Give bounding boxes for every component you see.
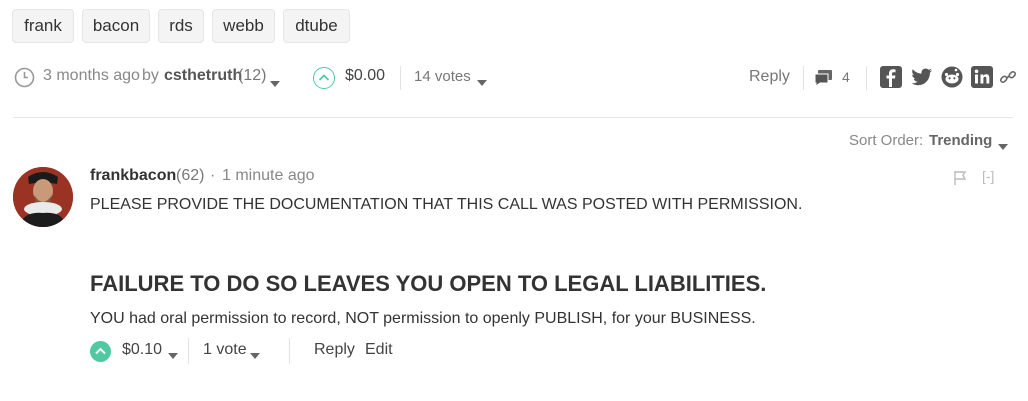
post-reply-link[interactable]: Reply <box>749 68 790 86</box>
meta-dot: · <box>210 167 216 184</box>
clock-icon <box>14 67 35 88</box>
flag-icon[interactable] <box>953 170 967 186</box>
twitter-icon[interactable] <box>910 66 933 88</box>
comment-upvote-icon[interactable] <box>90 341 111 362</box>
tag-dtube[interactable]: dtube <box>283 9 350 43</box>
tag-frank[interactable]: frank <box>12 9 74 43</box>
comment-votes-caret[interactable] <box>250 347 260 365</box>
tag-rds[interactable]: rds <box>158 9 204 43</box>
comments-icon[interactable] <box>814 68 834 88</box>
comment-edit-link[interactable]: Edit <box>365 341 393 359</box>
divider <box>866 66 867 90</box>
sort-order-label: Sort Order: <box>849 132 924 149</box>
comment-count: 4 <box>842 69 850 85</box>
facebook-icon[interactable] <box>880 66 902 88</box>
divider <box>188 338 189 364</box>
votes-dropdown-caret[interactable] <box>477 74 487 92</box>
link-icon[interactable] <box>999 68 1017 86</box>
post-author-reputation: (12) <box>238 67 267 84</box>
sort-order-value[interactable]: Trending <box>929 132 992 149</box>
comment-text-line2: YOU had oral permission to record, NOT p… <box>90 310 756 327</box>
comment-payout[interactable]: $0.10 <box>122 341 162 359</box>
post-time: 3 months ago <box>43 67 140 84</box>
comment-reply-link[interactable]: Reply <box>314 341 355 359</box>
divider <box>803 66 804 90</box>
collapse-toggle[interactable]: [-] <box>982 168 994 184</box>
post-by: by <box>142 67 159 84</box>
comment-text-line1: PLEASE PROVIDE THE DOCUMENTATION THAT TH… <box>90 196 803 213</box>
comment-votes[interactable]: 1 vote <box>203 341 247 359</box>
section-divider <box>13 117 1013 118</box>
avatar[interactable] <box>13 167 73 227</box>
comment-time[interactable]: 1 minute ago <box>222 167 315 185</box>
comment-author[interactable]: frankbacon <box>90 167 176 185</box>
post-upvote-icon[interactable] <box>313 67 335 89</box>
post-payout[interactable]: $0.00 <box>345 67 385 85</box>
comment-heading: FAILURE TO DO SO LEAVES YOU OPEN TO LEGA… <box>90 271 767 296</box>
tag-bacon[interactable]: bacon <box>82 9 150 43</box>
divider <box>289 338 290 364</box>
linkedin-icon[interactable] <box>971 66 993 88</box>
comment-author-reputation: (62) <box>176 167 205 184</box>
post-votes[interactable]: 14 votes <box>414 68 471 85</box>
divider <box>400 66 401 90</box>
post-author[interactable]: csthetruth <box>164 67 242 85</box>
tag-webb[interactable]: webb <box>212 9 275 43</box>
reddit-icon[interactable] <box>941 66 963 88</box>
payout-dropdown-caret[interactable] <box>168 347 178 365</box>
author-dropdown-caret[interactable] <box>270 75 280 93</box>
sort-dropdown-caret[interactable] <box>998 138 1008 156</box>
